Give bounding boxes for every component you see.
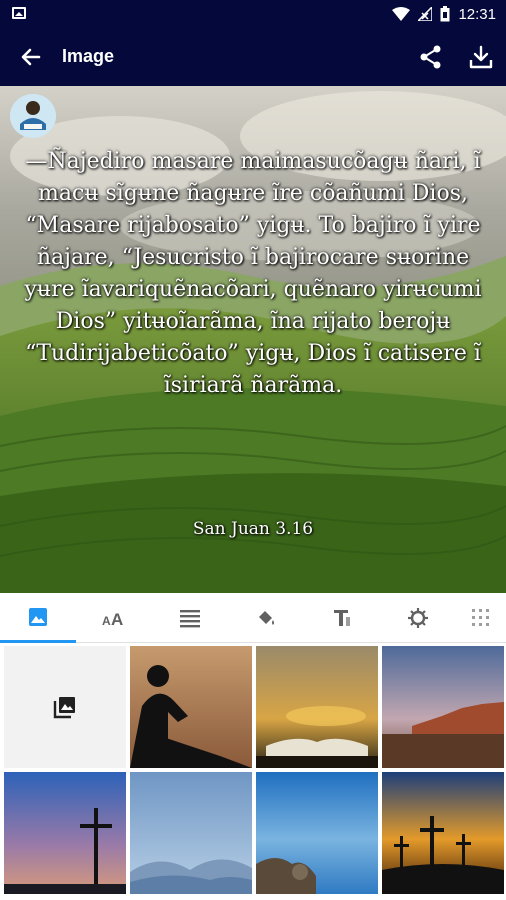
background-thumbnail[interactable] — [4, 772, 126, 894]
background-thumbnail[interactable] — [382, 772, 504, 894]
tab-text-size[interactable]: A A — [76, 593, 152, 643]
grid-icon — [472, 609, 489, 626]
verse-reference: San Juan 3.16 — [192, 519, 314, 539]
text-format-icon — [334, 610, 350, 626]
background-thumbnail[interactable] — [382, 646, 504, 768]
back-arrow-icon[interactable] — [16, 42, 46, 72]
status-bar: 12:31 — [0, 0, 506, 28]
tab-color[interactable] — [228, 593, 304, 643]
clock: 12:31 — [458, 5, 496, 23]
wifi-icon — [392, 7, 411, 21]
gallery-picker[interactable] — [4, 646, 126, 768]
editor-tabs: A A — [0, 593, 506, 643]
app-logo — [10, 94, 56, 138]
share-icon[interactable] — [416, 42, 446, 72]
verse-preview[interactable]: —Ñajediro masare maimasucõagʉ ñari, ĩ ma… — [0, 86, 506, 593]
svg-text:A: A — [111, 610, 123, 628]
status-icons: 12:31 — [392, 4, 496, 24]
svg-text:A: A — [102, 614, 111, 628]
app-bar: Image — [0, 28, 506, 86]
tab-font[interactable] — [304, 593, 380, 643]
tab-background[interactable] — [0, 593, 76, 643]
tab-alignment[interactable] — [152, 593, 228, 643]
background-thumbnail[interactable] — [130, 772, 252, 894]
cross-silhouette-dusk — [4, 772, 126, 894]
text-size-icon: A A — [102, 610, 123, 628]
page-title: Image — [62, 46, 115, 66]
three-crosses-sunset — [382, 772, 504, 894]
align-icon — [180, 610, 200, 628]
tab-brightness[interactable] — [380, 593, 456, 643]
misty-mountains — [130, 772, 252, 894]
background-grid — [0, 644, 506, 900]
download-icon[interactable] — [466, 42, 496, 72]
photo-library-icon — [53, 697, 75, 719]
verse-text: —Ñajediro masare maimasucõagʉ ñari, ĩ ma… — [24, 149, 482, 398]
image-icon — [12, 7, 26, 19]
tab-more[interactable] — [456, 593, 506, 643]
image-icon — [29, 607, 47, 626]
background-thumbnail[interactable] — [256, 646, 378, 768]
rocky-coast — [256, 772, 378, 894]
open-bible-sunset — [256, 646, 378, 768]
battery-icon — [440, 6, 450, 22]
paint-bucket-icon — [259, 611, 274, 625]
desert-cliffs — [382, 646, 504, 768]
background-thumbnail[interactable] — [130, 646, 252, 768]
signal-icon — [418, 7, 433, 21]
brightness-icon — [408, 608, 428, 628]
background-thumbnail[interactable] — [256, 772, 378, 894]
child-reading-silhouette — [130, 646, 252, 768]
